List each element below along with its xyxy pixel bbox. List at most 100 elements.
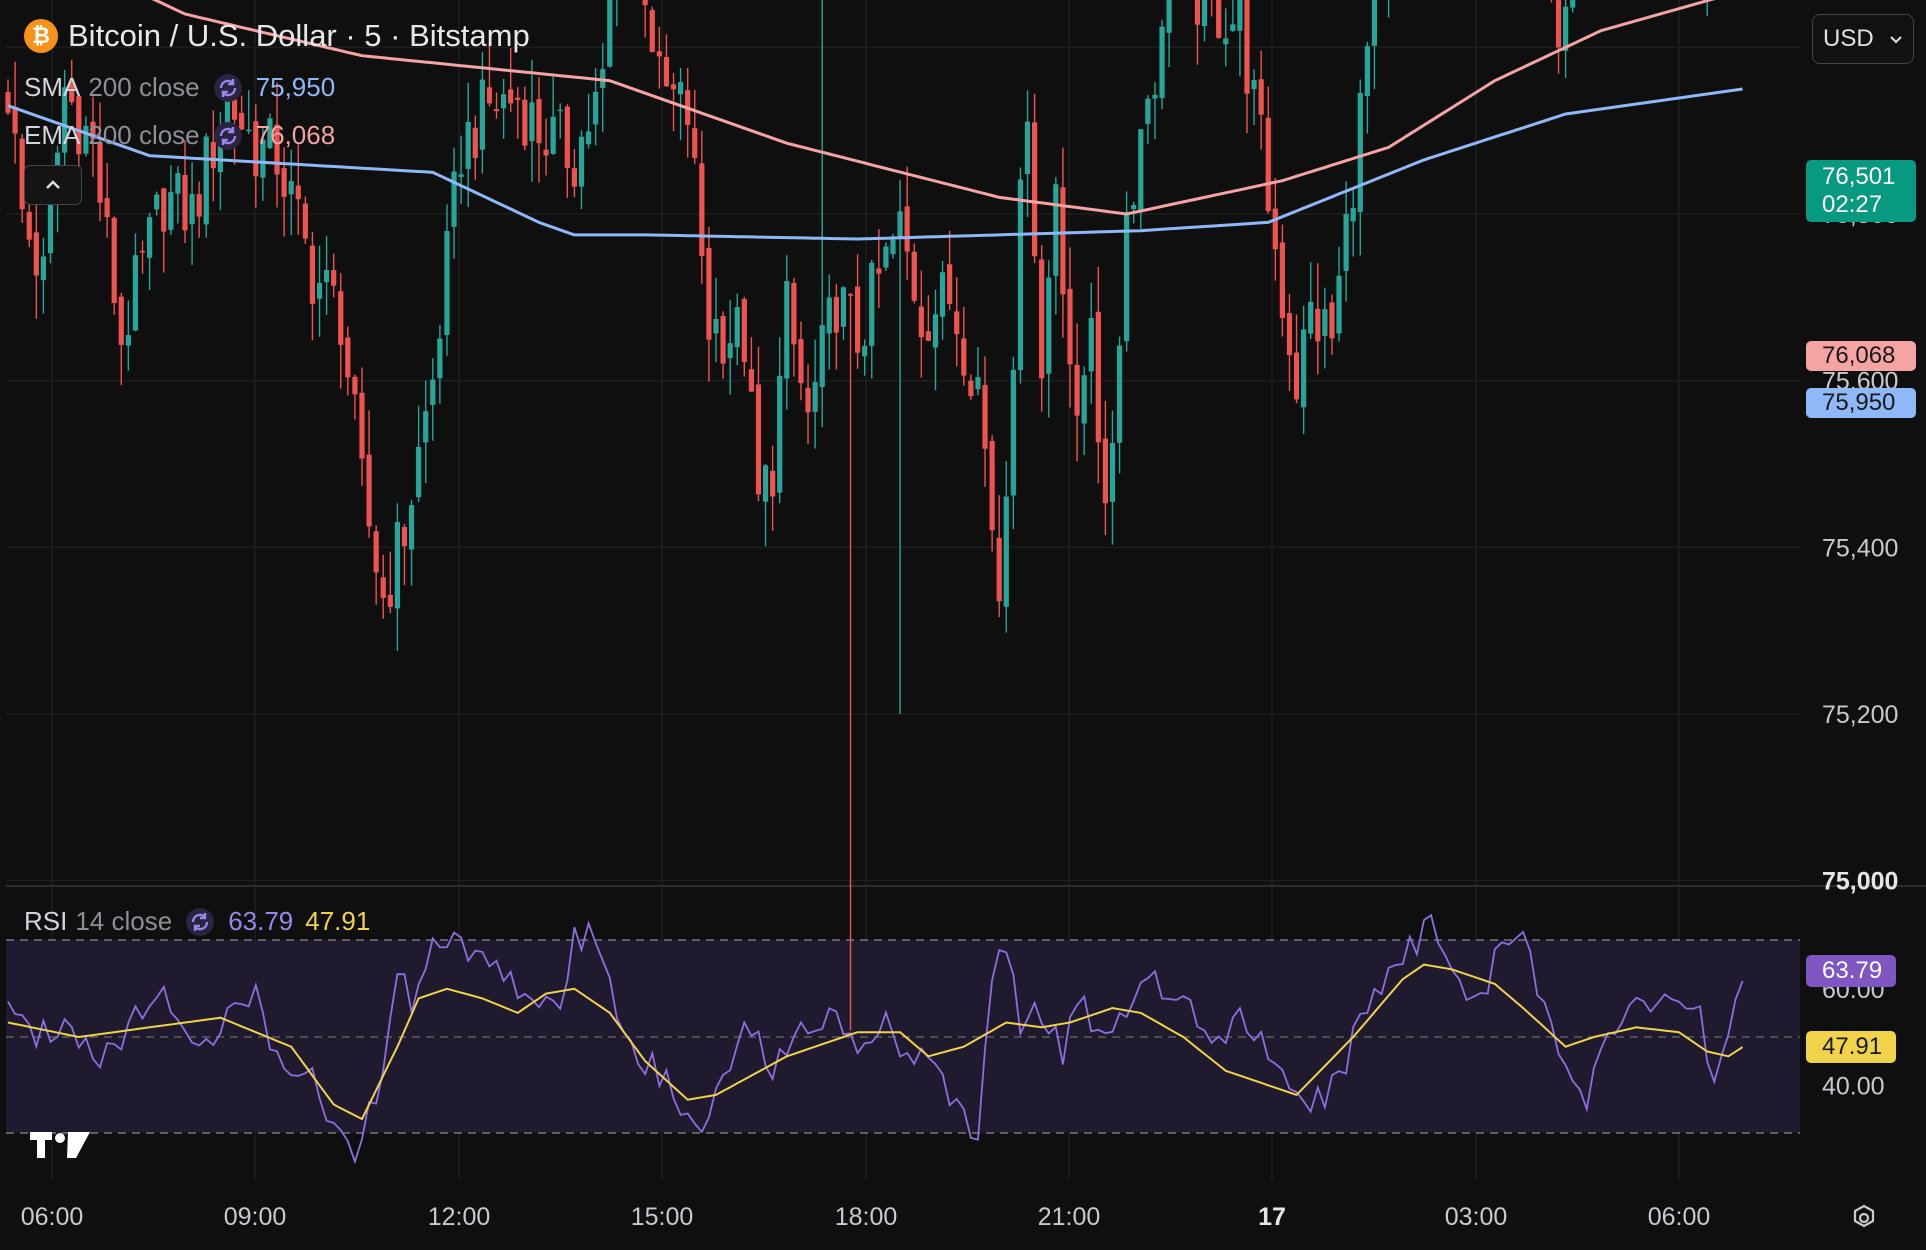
candle-body <box>125 335 131 346</box>
time-tick-label: 17 <box>1258 1203 1286 1231</box>
candle-body <box>408 505 415 550</box>
last-price-tag[interactable]: 76,501 02:27 <box>1806 160 1916 222</box>
rsi-ma-value-tag[interactable]: 47.91 <box>1806 1031 1896 1063</box>
candle-body <box>961 338 967 376</box>
candle-body <box>1067 288 1073 365</box>
candle-body <box>1343 213 1349 271</box>
candle-body <box>1039 259 1045 379</box>
sync-icon[interactable] <box>213 73 242 102</box>
candle-body <box>1201 0 1208 26</box>
candle-body <box>904 206 910 252</box>
candle-body <box>1286 313 1293 356</box>
price-tick-label: 75,000 <box>1822 868 1898 896</box>
rsi-tick-label: 40.00 <box>1822 1072 1885 1100</box>
candle-body <box>281 168 287 197</box>
candle-body <box>1003 496 1009 607</box>
symbol-title[interactable]: Bitcoin / U.S. Dollar · 5 · Bitstamp <box>68 18 530 54</box>
ema-price-tag[interactable]: 76,068 <box>1806 341 1916 371</box>
bitcoin-icon: ₿ <box>24 19 58 53</box>
tradingview-logo-icon[interactable] <box>28 1128 92 1162</box>
candle-body <box>472 127 478 158</box>
ema-legend[interactable]: EMA 200 close 76,068 <box>24 120 335 151</box>
candle-body <box>465 121 471 169</box>
candle-body <box>918 306 924 338</box>
candle-body <box>1364 46 1370 97</box>
candle-body <box>515 97 521 101</box>
candle-body <box>394 522 400 609</box>
candle-body <box>1301 329 1307 408</box>
candle-body <box>338 291 344 345</box>
candle-body <box>1570 0 1576 8</box>
candle-body <box>345 337 351 378</box>
candle-body <box>593 91 599 125</box>
candle-body <box>522 99 528 146</box>
rsi-legend[interactable]: RSI 14 close 63.79 47.91 <box>24 906 370 937</box>
ema-tag-value: 76,068 <box>1822 342 1896 369</box>
sma-args: 200 close <box>88 72 200 102</box>
candle-body <box>1081 375 1087 424</box>
candle-body <box>1237 0 1243 31</box>
candle-body <box>309 245 316 304</box>
candle-body <box>678 82 684 95</box>
candle-body <box>331 270 337 286</box>
rsi-value-tag[interactable]: 63.79 <box>1806 955 1896 987</box>
candle-body <box>458 174 464 177</box>
candle-body <box>1116 345 1123 443</box>
sma-legend[interactable]: SMA 200 close 75,950 <box>24 72 335 103</box>
candle-body <box>741 299 747 363</box>
candle-body <box>1145 98 1151 124</box>
candle-body <box>352 376 358 395</box>
chart-canvas[interactable]: 75,00075,20075,40075,60075,80076,20076,6… <box>0 0 1926 1250</box>
candle-body <box>833 296 839 333</box>
candle-body <box>380 577 386 599</box>
candle-body <box>132 255 139 331</box>
price-axis[interactable]: 75,00075,20075,40075,60075,80076,20076,6… <box>1822 0 1898 896</box>
candle-body <box>366 454 372 527</box>
candle-body <box>777 375 783 493</box>
candle-body <box>168 191 174 230</box>
candle-body <box>939 272 946 317</box>
candle-body <box>855 286 861 353</box>
settings-gear-icon[interactable] <box>1849 1203 1879 1233</box>
chevron-up-icon <box>46 180 60 189</box>
candle-body <box>1010 369 1016 496</box>
sma-price-tag[interactable]: 75,950 <box>1806 388 1916 418</box>
candle-body <box>770 470 776 497</box>
ema-args: 200 close <box>88 120 200 150</box>
candle-body <box>812 382 818 412</box>
candle-body <box>1088 318 1094 372</box>
candle-body <box>324 270 330 283</box>
candle-body <box>649 10 655 52</box>
candle-body <box>557 109 563 112</box>
sync-icon[interactable] <box>186 907 215 936</box>
candle-body <box>571 168 577 187</box>
candle-body <box>316 282 323 299</box>
symbol-title-row[interactable]: ₿ Bitcoin / U.S. Dollar · 5 · Bitstamp <box>24 18 530 54</box>
candle-body <box>175 173 181 194</box>
candle-body <box>1223 38 1229 45</box>
candle-body <box>401 527 408 547</box>
sync-icon[interactable] <box>213 121 242 150</box>
currency-label: USD <box>1823 25 1874 52</box>
candle-body <box>727 343 733 358</box>
currency-select[interactable]: USD <box>1812 14 1914 64</box>
candle-body <box>706 247 712 340</box>
candle-body <box>578 136 585 187</box>
sma-200-line <box>7 87 1743 241</box>
candle-body <box>911 251 917 301</box>
candle-body <box>692 128 698 159</box>
candle-body <box>1371 0 1378 46</box>
candle-body <box>762 465 769 502</box>
candle-body <box>550 116 556 154</box>
candle-body <box>423 411 429 443</box>
candle-body <box>451 171 457 227</box>
candle-body <box>1053 184 1059 276</box>
last-price-value: 76,501 <box>1822 163 1896 190</box>
collapse-legend-button[interactable] <box>24 165 82 205</box>
candle-body <box>1315 308 1321 342</box>
candle-body <box>720 316 726 364</box>
candle-body <box>493 109 500 112</box>
candle-body <box>1152 94 1158 99</box>
candle-body <box>947 264 953 304</box>
candle-body <box>656 51 662 57</box>
